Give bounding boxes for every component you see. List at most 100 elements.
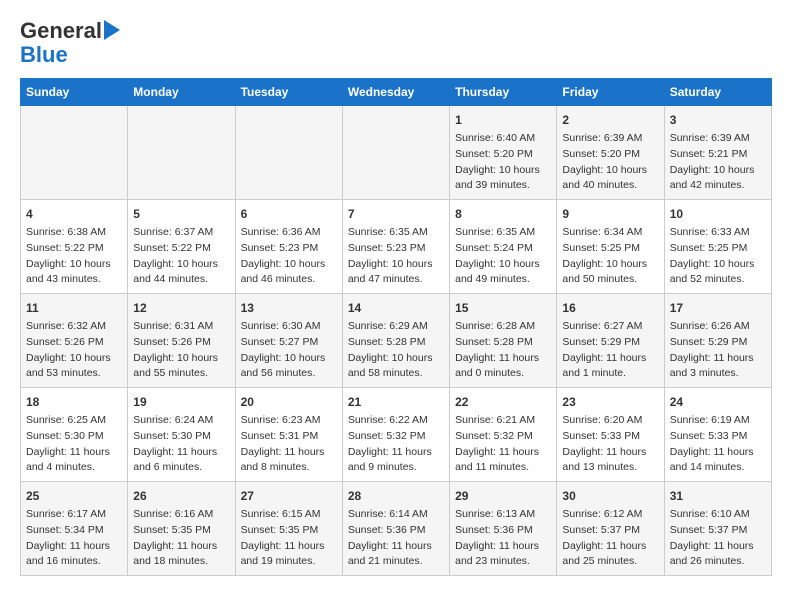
cell-info-line: Sunset: 5:27 PM: [241, 335, 337, 351]
calendar-cell: [128, 106, 235, 200]
cell-info-line: Daylight: 10 hours: [670, 163, 766, 179]
calendar-cell: 15Sunrise: 6:28 AMSunset: 5:28 PMDayligh…: [450, 294, 557, 388]
cell-info-line: Sunset: 5:22 PM: [133, 241, 229, 257]
cell-info-line: and 52 minutes.: [670, 272, 766, 288]
day-number: 29: [455, 487, 551, 505]
header-sunday: Sunday: [21, 79, 128, 106]
cell-info-line: Daylight: 11 hours: [562, 351, 658, 367]
cell-info-line: Sunset: 5:29 PM: [562, 335, 658, 351]
logo-text: General: [20, 20, 102, 42]
cell-info-line: Daylight: 10 hours: [26, 351, 122, 367]
day-number: 28: [348, 487, 444, 505]
cell-info-line: Daylight: 11 hours: [670, 539, 766, 555]
cell-info-line: Sunrise: 6:23 AM: [241, 413, 337, 429]
day-number: 4: [26, 205, 122, 223]
day-number: 14: [348, 299, 444, 317]
cell-info-line: and 25 minutes.: [562, 554, 658, 570]
cell-info-line: Sunset: 5:32 PM: [455, 429, 551, 445]
cell-info-line: Daylight: 11 hours: [670, 351, 766, 367]
header-monday: Monday: [128, 79, 235, 106]
cell-info-line: and 46 minutes.: [241, 272, 337, 288]
day-number: 16: [562, 299, 658, 317]
day-number: 10: [670, 205, 766, 223]
cell-info-line: and 9 minutes.: [348, 460, 444, 476]
day-number: 30: [562, 487, 658, 505]
day-number: 20: [241, 393, 337, 411]
calendar-cell: 31Sunrise: 6:10 AMSunset: 5:37 PMDayligh…: [664, 482, 771, 576]
cell-info-line: Sunset: 5:26 PM: [133, 335, 229, 351]
day-number: 8: [455, 205, 551, 223]
day-number: 21: [348, 393, 444, 411]
cell-info-line: Sunset: 5:20 PM: [455, 147, 551, 163]
cell-info-line: Daylight: 11 hours: [348, 445, 444, 461]
calendar-cell: 12Sunrise: 6:31 AMSunset: 5:26 PMDayligh…: [128, 294, 235, 388]
cell-info-line: and 40 minutes.: [562, 178, 658, 194]
day-number: 2: [562, 111, 658, 129]
cell-info-line: and 49 minutes.: [455, 272, 551, 288]
calendar-cell: 27Sunrise: 6:15 AMSunset: 5:35 PMDayligh…: [235, 482, 342, 576]
cell-info-line: Sunset: 5:25 PM: [670, 241, 766, 257]
cell-info-line: Sunrise: 6:19 AM: [670, 413, 766, 429]
cell-info-line: and 47 minutes.: [348, 272, 444, 288]
day-number: 31: [670, 487, 766, 505]
cell-info-line: Sunrise: 6:16 AM: [133, 507, 229, 523]
cell-info-line: and 3 minutes.: [670, 366, 766, 382]
cell-info-line: and 39 minutes.: [455, 178, 551, 194]
cell-info-line: Sunset: 5:33 PM: [562, 429, 658, 445]
calendar-cell: [342, 106, 449, 200]
cell-info-line: and 56 minutes.: [241, 366, 337, 382]
cell-info-line: Sunrise: 6:10 AM: [670, 507, 766, 523]
calendar-cell: 6Sunrise: 6:36 AMSunset: 5:23 PMDaylight…: [235, 200, 342, 294]
day-number: 19: [133, 393, 229, 411]
day-number: 18: [26, 393, 122, 411]
cell-info-line: and 42 minutes.: [670, 178, 766, 194]
cell-info-line: Sunrise: 6:24 AM: [133, 413, 229, 429]
day-number: 13: [241, 299, 337, 317]
day-number: 9: [562, 205, 658, 223]
cell-info-line: Daylight: 11 hours: [133, 539, 229, 555]
calendar-cell: 19Sunrise: 6:24 AMSunset: 5:30 PMDayligh…: [128, 388, 235, 482]
cell-info-line: Sunrise: 6:12 AM: [562, 507, 658, 523]
day-number: 27: [241, 487, 337, 505]
cell-info-line: Sunrise: 6:22 AM: [348, 413, 444, 429]
cell-info-line: Daylight: 10 hours: [241, 257, 337, 273]
cell-info-line: Sunrise: 6:38 AM: [26, 225, 122, 241]
calendar-cell: 17Sunrise: 6:26 AMSunset: 5:29 PMDayligh…: [664, 294, 771, 388]
calendar-cell: 21 Sunrise: 6:22 AMSunset: 5:32 PMDayligh…: [342, 388, 449, 482]
cell-info-line: Daylight: 10 hours: [455, 163, 551, 179]
week-row-4: 25Sunrise: 6:17 AMSunset: 5:34 PMDayligh…: [21, 482, 772, 576]
cell-info-line: Daylight: 10 hours: [562, 257, 658, 273]
cell-info-line: Daylight: 11 hours: [26, 445, 122, 461]
day-number: 22: [455, 393, 551, 411]
calendar-cell: 13Sunrise: 6:30 AMSunset: 5:27 PMDayligh…: [235, 294, 342, 388]
cell-info-line: Sunrise: 6:33 AM: [670, 225, 766, 241]
cell-info-line: and 53 minutes.: [26, 366, 122, 382]
cell-info-line: and 4 minutes.: [26, 460, 122, 476]
cell-info-line: and 14 minutes.: [670, 460, 766, 476]
calendar-cell: 23Sunrise: 6:20 AMSunset: 5:33 PMDayligh…: [557, 388, 664, 482]
cell-info-line: Sunrise: 6:35 AM: [455, 225, 551, 241]
cell-info-line: Sunrise: 6:26 AM: [670, 319, 766, 335]
cell-info-line: and 18 minutes.: [133, 554, 229, 570]
calendar-cell: 9Sunrise: 6:34 AMSunset: 5:25 PMDaylight…: [557, 200, 664, 294]
day-number: 26: [133, 487, 229, 505]
logo-blue: Blue: [20, 42, 68, 68]
header-saturday: Saturday: [664, 79, 771, 106]
cell-info-line: Sunset: 5:32 PM: [348, 429, 444, 445]
calendar-cell: 29Sunrise: 6:13 AMSunset: 5:36 PMDayligh…: [450, 482, 557, 576]
calendar-cell: 18Sunrise: 6:25 AMSunset: 5:30 PMDayligh…: [21, 388, 128, 482]
week-row-2: 11Sunrise: 6:32 AMSunset: 5:26 PMDayligh…: [21, 294, 772, 388]
cell-info-line: Sunrise: 6:34 AM: [562, 225, 658, 241]
cell-info-line: Sunset: 5:34 PM: [26, 523, 122, 539]
calendar-cell: 16Sunrise: 6:27 AMSunset: 5:29 PMDayligh…: [557, 294, 664, 388]
cell-info-line: Sunset: 5:30 PM: [26, 429, 122, 445]
cell-info-line: Sunset: 5:23 PM: [348, 241, 444, 257]
day-number: 25: [26, 487, 122, 505]
calendar-cell: 3Sunrise: 6:39 AMSunset: 5:21 PMDaylight…: [664, 106, 771, 200]
cell-info-line: Sunrise: 6:37 AM: [133, 225, 229, 241]
cell-info-line: and 50 minutes.: [562, 272, 658, 288]
header-friday: Friday: [557, 79, 664, 106]
cell-info-line: Daylight: 11 hours: [26, 539, 122, 555]
cell-info-line: and 13 minutes.: [562, 460, 658, 476]
cell-info-line: Sunrise: 6:28 AM: [455, 319, 551, 335]
